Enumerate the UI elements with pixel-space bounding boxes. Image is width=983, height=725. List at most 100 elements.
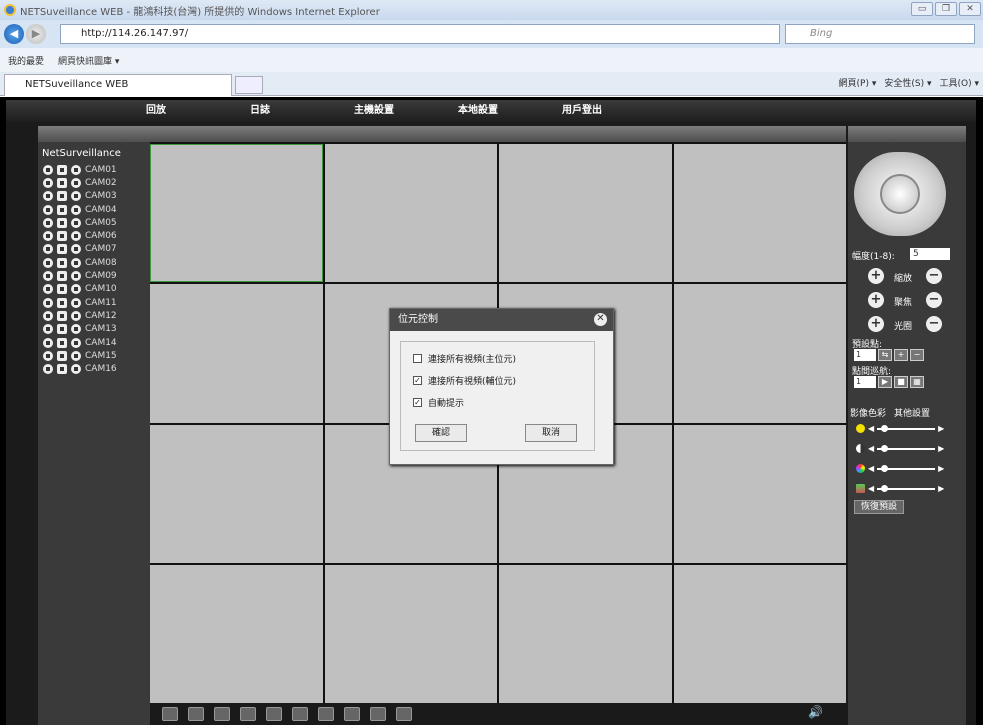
- camera-item[interactable]: CAM15: [38, 349, 150, 362]
- brightness-slider[interactable]: ◀ ▶: [856, 424, 944, 433]
- record-icon[interactable]: [370, 707, 386, 721]
- back-button[interactable]: ◀: [4, 24, 24, 44]
- record-icon[interactable]: [57, 364, 67, 375]
- restore-icon[interactable]: ❐: [935, 2, 957, 16]
- tree-root[interactable]: NetSurveillance: [42, 148, 150, 159]
- menu-log[interactable]: 日誌: [250, 100, 354, 122]
- tour-input[interactable]: 1: [854, 376, 876, 388]
- video-cell[interactable]: [324, 564, 497, 703]
- camera-item[interactable]: CAM08: [38, 256, 150, 269]
- camera-item[interactable]: CAM14: [38, 336, 150, 349]
- play-icon[interactable]: [71, 204, 81, 215]
- video-cell[interactable]: [150, 284, 323, 423]
- zoom-in-button[interactable]: +: [868, 268, 884, 284]
- play-icon[interactable]: [71, 364, 81, 375]
- video-cell[interactable]: [150, 144, 323, 283]
- video-cell[interactable]: [499, 564, 672, 703]
- ptz-center-button[interactable]: [880, 174, 920, 214]
- focus-in-button[interactable]: +: [868, 292, 884, 308]
- connect-icon[interactable]: [43, 257, 53, 268]
- record-icon[interactable]: [57, 310, 67, 321]
- page-menu[interactable]: 網頁(P) ▾: [839, 76, 877, 89]
- forward-button[interactable]: ▶: [26, 24, 46, 44]
- connect-icon[interactable]: [43, 177, 53, 188]
- record-icon[interactable]: [57, 257, 67, 268]
- menu-playback[interactable]: 回放: [146, 100, 250, 122]
- dialog-checkbox-row[interactable]: ✓ 自動提示: [413, 396, 594, 409]
- record-icon[interactable]: [57, 217, 67, 228]
- safety-menu[interactable]: 安全性(S) ▾: [884, 76, 931, 89]
- connect-icon[interactable]: [43, 364, 53, 375]
- iris-close-button[interactable]: −: [926, 316, 942, 332]
- stop-record-icon[interactable]: [396, 707, 412, 721]
- saturation-slider[interactable]: ◀ ▶: [856, 464, 944, 473]
- play-icon[interactable]: [71, 350, 81, 361]
- video-cell[interactable]: [673, 564, 846, 703]
- camera-item[interactable]: CAM01: [38, 163, 150, 176]
- iris-open-button[interactable]: +: [868, 316, 884, 332]
- video-cell[interactable]: [499, 144, 672, 283]
- connect-icon[interactable]: [43, 350, 53, 361]
- play-icon[interactable]: [71, 257, 81, 268]
- record-icon[interactable]: [57, 177, 67, 188]
- play-icon[interactable]: [71, 310, 81, 321]
- camera-item[interactable]: CAM04: [38, 203, 150, 216]
- layout-16-icon[interactable]: [266, 707, 282, 721]
- record-icon[interactable]: [57, 297, 67, 308]
- video-cell[interactable]: [673, 424, 846, 563]
- search-input[interactable]: Bing: [785, 24, 975, 44]
- dialog-checkbox-row[interactable]: ✓ 連接所有視頻(輔位元): [413, 374, 594, 387]
- record-icon[interactable]: [57, 164, 67, 175]
- record-icon[interactable]: [57, 324, 67, 335]
- open-all-icon[interactable]: [292, 707, 308, 721]
- zoom-out-button[interactable]: −: [926, 268, 942, 284]
- camera-item[interactable]: CAM07: [38, 243, 150, 256]
- camera-item[interactable]: CAM12: [38, 309, 150, 322]
- play-icon[interactable]: [71, 324, 81, 335]
- ptz-direction-pad[interactable]: [854, 152, 946, 236]
- record-icon[interactable]: [57, 284, 67, 295]
- connect-icon[interactable]: [43, 337, 53, 348]
- focus-out-button[interactable]: −: [926, 292, 942, 308]
- address-input[interactable]: http://114.26.147.97/: [60, 24, 780, 44]
- web-slice-gallery-link[interactable]: 網頁快訊圖庫 ▾: [58, 54, 119, 67]
- play-icon[interactable]: [71, 284, 81, 295]
- fullscreen-icon[interactable]: [162, 707, 178, 721]
- tab-image-color[interactable]: 影像色彩: [850, 406, 886, 419]
- connect-icon[interactable]: [43, 164, 53, 175]
- contrast-slider[interactable]: ◀ ▶: [856, 444, 944, 453]
- camera-item[interactable]: CAM06: [38, 229, 150, 242]
- record-icon[interactable]: [57, 337, 67, 348]
- camera-item[interactable]: CAM10: [38, 283, 150, 296]
- tab-netsurveillance[interactable]: NETSuveillance WEB: [4, 74, 232, 96]
- camera-item[interactable]: CAM13: [38, 323, 150, 336]
- dialog-close-icon[interactable]: ✕: [594, 313, 607, 326]
- camera-item[interactable]: CAM09: [38, 269, 150, 282]
- tour-stop-button[interactable]: ■: [894, 376, 908, 388]
- close-icon[interactable]: ✕: [959, 2, 981, 16]
- layout-1-icon[interactable]: [188, 707, 204, 721]
- snapshot-icon[interactable]: [344, 707, 360, 721]
- video-cell[interactable]: [150, 424, 323, 563]
- checkbox[interactable]: ✓: [413, 397, 422, 407]
- play-icon[interactable]: [71, 164, 81, 175]
- ok-button[interactable]: 確認: [415, 424, 467, 442]
- speed-select[interactable]: 5: [910, 248, 950, 260]
- minimize-icon[interactable]: ▭: [911, 2, 933, 16]
- connect-icon[interactable]: [43, 204, 53, 215]
- video-cell[interactable]: [150, 564, 323, 703]
- play-icon[interactable]: [71, 191, 81, 202]
- record-icon[interactable]: [57, 244, 67, 255]
- preset-remove-button[interactable]: −: [910, 349, 924, 361]
- video-cell[interactable]: [673, 284, 846, 423]
- restore-default-button[interactable]: 恢復預設: [854, 500, 904, 514]
- tour-grid-button[interactable]: ▦: [910, 376, 924, 388]
- record-icon[interactable]: [57, 204, 67, 215]
- play-icon[interactable]: [71, 217, 81, 228]
- speaker-icon[interactable]: 🔊: [808, 705, 826, 721]
- menu-logout[interactable]: 用戶登出: [562, 100, 666, 122]
- hue-slider[interactable]: ◀ ▶: [856, 484, 944, 493]
- cancel-button[interactable]: 取消: [525, 424, 577, 442]
- layout-4-icon[interactable]: [214, 707, 230, 721]
- connect-icon[interactable]: [43, 310, 53, 321]
